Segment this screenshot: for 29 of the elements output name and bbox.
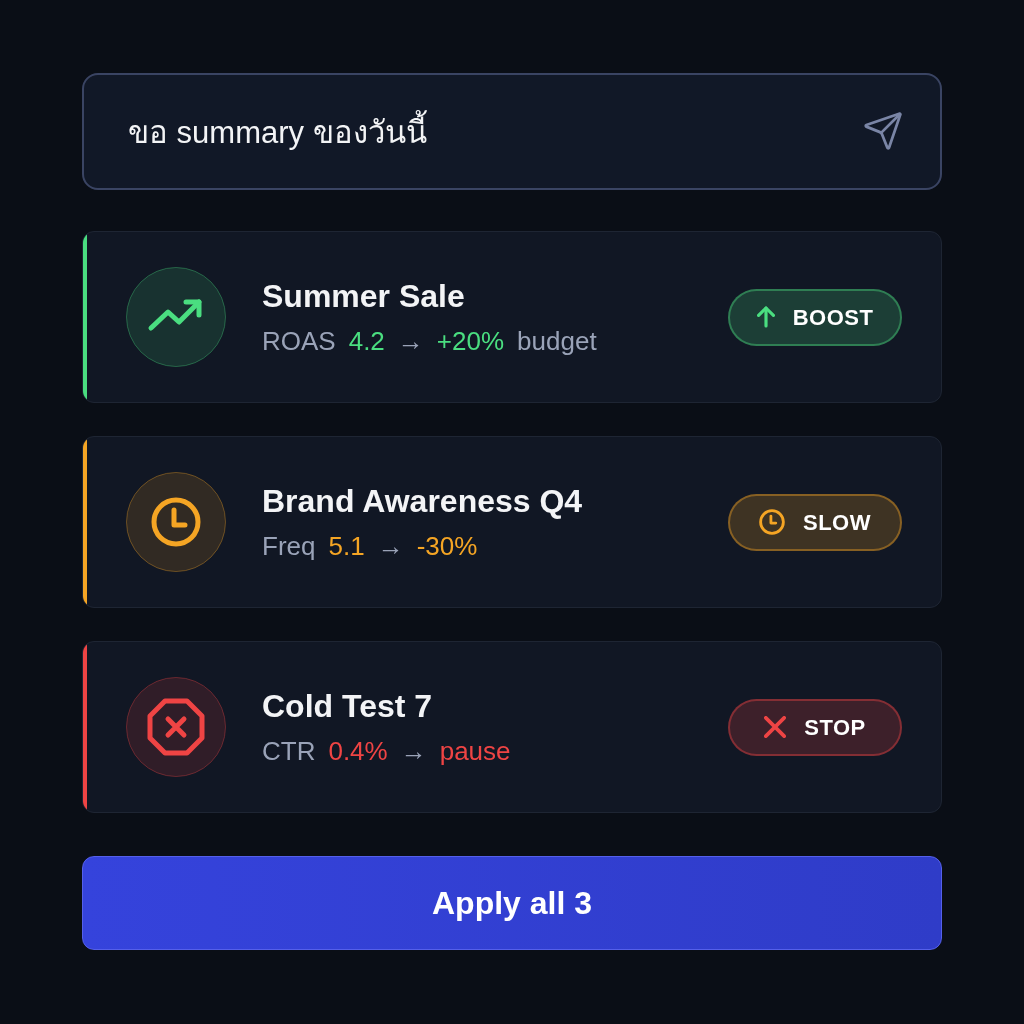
arrow-sign: → [397,325,424,357]
campaign-name: Cold Test 7 [262,687,433,725]
action-button[interactable]: BOOST [728,288,902,346]
send-icon [864,112,902,150]
change-value: pause [439,735,511,767]
change-value: -30% [416,530,478,562]
campaign-name: Brand Awareness Q4 [262,482,583,520]
trend-up-icon [126,267,226,367]
metric-value: 5.1 [328,530,365,562]
cross-icon [764,716,787,738]
metric-label: ROAS [262,325,336,357]
change-note: budget [517,325,597,357]
metric-value: 0.4% [328,735,388,767]
arrow-up-icon [756,306,775,328]
change-value: +20% [436,325,505,357]
metric-label: Freq [262,530,316,562]
metric-value: 4.2 [348,325,385,357]
message-field[interactable]: ขอ summary ของวันนี้ [82,73,942,190]
octagon-x-icon [126,677,226,777]
action-button[interactable]: STOP [728,698,902,756]
arrow-sign: → [377,530,404,562]
clock-icon [759,509,785,535]
apply-all-button[interactable]: Apply all 3 [82,856,942,950]
send-button[interactable] [864,112,902,150]
clock-icon [126,472,226,572]
campaign-name: Summer Sale [262,277,465,315]
action-button[interactable]: SLOW [728,493,902,551]
arrow-sign: → [400,735,427,767]
metric-label: CTR [262,735,316,767]
